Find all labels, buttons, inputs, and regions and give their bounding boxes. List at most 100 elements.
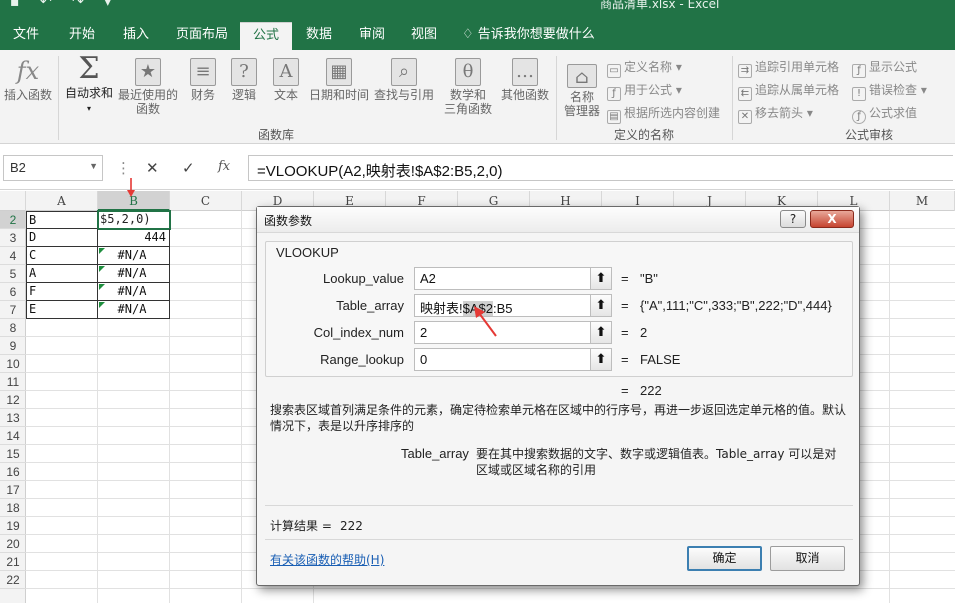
quick-access-toolbar[interactable]: ▪ ↶ ↷ ▾ <box>10 0 119 10</box>
column-header-a[interactable]: A <box>26 191 98 211</box>
row-header[interactable]: 2 <box>0 211 26 229</box>
cell-b2-editing[interactable]: $5,2,0) <box>97 210 171 230</box>
more-functions-button[interactable]: … 其他函数 <box>500 58 550 102</box>
more-options-icon[interactable]: ⋮ <box>116 159 131 177</box>
row-header[interactable]: 16 <box>0 463 26 481</box>
formula-input[interactable]: =VLOOKUP(A2,映射表!$A$2:B5,2,0) <box>248 155 953 181</box>
name-box[interactable]: B2 ▼ <box>3 155 103 181</box>
recent-label-1: 最近使用的 <box>117 88 178 102</box>
dialog-title-bar[interactable]: 函数参数 ? X <box>257 207 859 233</box>
cell-a2[interactable]: B <box>26 211 98 229</box>
select-all-corner[interactable] <box>0 191 26 211</box>
tab-review[interactable]: 审阅 <box>346 22 398 50</box>
lookup-value-input[interactable]: A2 <box>414 267 610 290</box>
cell-a7[interactable]: E <box>26 301 98 319</box>
separator <box>58 56 59 140</box>
cell-b6[interactable]: #N/A <box>98 283 170 301</box>
row-header[interactable]: 14 <box>0 427 26 445</box>
row-header[interactable]: 17 <box>0 481 26 499</box>
logical-button[interactable]: ? 逻辑 <box>226 58 262 102</box>
tell-me-label: 告诉我你想要做什么 <box>477 27 595 42</box>
name-manager-button[interactable]: ⌂ 名称 管理器 <box>560 64 604 118</box>
text-button[interactable]: A 文本 <box>268 58 304 102</box>
datetime-button[interactable]: ▦ 日期和时间 <box>308 58 370 102</box>
recent-label-2: 函数 <box>135 102 160 116</box>
collapse-dialog-icon[interactable]: ⬆ <box>590 294 612 317</box>
tab-formulas[interactable]: 公式 <box>240 22 292 50</box>
separator <box>732 56 733 140</box>
cancel-entry-icon[interactable]: ✕ <box>146 159 159 177</box>
table-array-input[interactable]: 映射表!$A$2:B5 <box>414 294 610 317</box>
show-formulas-button[interactable]: ƒ 显示公式 <box>852 58 917 78</box>
row-header[interactable]: 18 <box>0 499 26 517</box>
help-button[interactable]: ? <box>780 210 806 228</box>
define-name-button[interactable]: ▭ 定义名称 ▾ <box>607 58 682 78</box>
tab-file[interactable]: 文件 <box>0 22 52 50</box>
red-arrow-annotation <box>474 306 497 337</box>
use-formula-icon: ƒ <box>607 87 621 101</box>
row-header[interactable]: 22 <box>0 571 26 589</box>
tab-home[interactable]: 开始 <box>56 22 108 50</box>
recently-used-button[interactable]: ★ 最近使用的 函数 <box>117 58 179 116</box>
cell-b5[interactable]: #N/A <box>98 265 170 283</box>
col-index-input[interactable]: 2 <box>414 321 610 344</box>
cell-a4[interactable]: C <box>26 247 98 265</box>
insert-function-button[interactable]: fx 插入函数 <box>2 58 54 102</box>
insert-function-icon[interactable]: fx <box>218 159 230 174</box>
row-header[interactable]: 7 <box>0 301 26 319</box>
math-trig-button[interactable]: θ 数学和 三角函数 <box>438 58 498 116</box>
collapse-dialog-icon[interactable]: ⬆ <box>590 321 612 344</box>
trace-dependents-button[interactable]: ⇇ 追踪从属单元格 <box>738 81 839 101</box>
create-from-selection-label: 根据所选内容创建 <box>624 106 721 120</box>
row-header[interactable]: 4 <box>0 247 26 265</box>
formula-bar: B2 ▼ ⋮ ✕ ✓ fx =VLOOKUP(A2,映射表!$A$2:B5,2,0… <box>0 144 955 190</box>
row-header[interactable]: 19 <box>0 517 26 535</box>
tab-insert[interactable]: 插入 <box>110 22 162 50</box>
cell-a6[interactable]: F <box>26 283 98 301</box>
chevron-down-icon[interactable]: ▼ <box>89 161 98 171</box>
column-header-m[interactable]: M <box>890 191 955 211</box>
cell-b7[interactable]: #N/A <box>98 301 170 319</box>
confirm-entry-icon[interactable]: ✓ <box>182 159 195 177</box>
evaluate-formula-button[interactable]: ƒ 公式求值 <box>852 104 917 124</box>
row-header[interactable]: 20 <box>0 535 26 553</box>
row-header[interactable]: 8 <box>0 319 26 337</box>
autosum-button[interactable]: Σ 自动求和 ▾ <box>62 54 116 116</box>
tab-page-layout[interactable]: 页面布局 <box>166 22 238 50</box>
column-header-c[interactable]: C <box>170 191 242 211</box>
trace-dependents-icon: ⇇ <box>738 87 752 101</box>
error-checking-button[interactable]: ! 错误检查 ▾ <box>852 81 927 101</box>
range-lookup-input[interactable]: 0 <box>414 348 610 371</box>
close-button[interactable]: X <box>810 210 854 228</box>
financial-button[interactable]: ≡ 财务 <box>184 58 222 102</box>
row-header[interactable]: 13 <box>0 409 26 427</box>
row-header[interactable]: 10 <box>0 355 26 373</box>
row-header[interactable]: 12 <box>0 391 26 409</box>
row-header[interactable]: 9 <box>0 337 26 355</box>
math-label-1: 数学和 <box>449 88 486 102</box>
tab-view[interactable]: 视图 <box>399 22 449 50</box>
use-in-formula-button[interactable]: ƒ 用于公式 ▾ <box>607 81 682 101</box>
collapse-dialog-icon[interactable]: ⬆ <box>590 348 612 371</box>
lookup-reference-button[interactable]: ⌕ 查找与引用 <box>373 58 435 102</box>
ok-button[interactable]: 确定 <box>687 546 762 571</box>
cancel-button[interactable]: 取消 <box>770 546 845 571</box>
cell-b4[interactable]: #N/A <box>98 247 170 265</box>
collapse-dialog-icon[interactable]: ⬆ <box>590 267 612 290</box>
trace-precedents-button[interactable]: ⇉ 追踪引用单元格 <box>738 58 839 78</box>
row-header[interactable]: 6 <box>0 283 26 301</box>
tab-data[interactable]: 数据 <box>294 22 344 50</box>
cell-a3[interactable]: D <box>26 229 98 247</box>
cell-a5[interactable]: A <box>26 265 98 283</box>
row-header[interactable]: 15 <box>0 445 26 463</box>
remove-arrows-button[interactable]: ✕ 移去箭头 ▾ <box>738 104 813 124</box>
row-header[interactable]: 3 <box>0 229 26 247</box>
create-from-selection-button[interactable]: ▤ 根据所选内容创建 <box>607 104 720 124</box>
tell-me-search[interactable]: ♢ 告诉我你想要做什么 <box>462 22 602 50</box>
fx-icon: fx <box>16 57 40 85</box>
row-header[interactable]: 5 <box>0 265 26 283</box>
cell-b3[interactable]: 444 <box>98 229 170 247</box>
row-header[interactable]: 21 <box>0 553 26 571</box>
function-help-link[interactable]: 有关该函数的帮助(H) <box>270 551 384 568</box>
row-header[interactable]: 11 <box>0 373 26 391</box>
